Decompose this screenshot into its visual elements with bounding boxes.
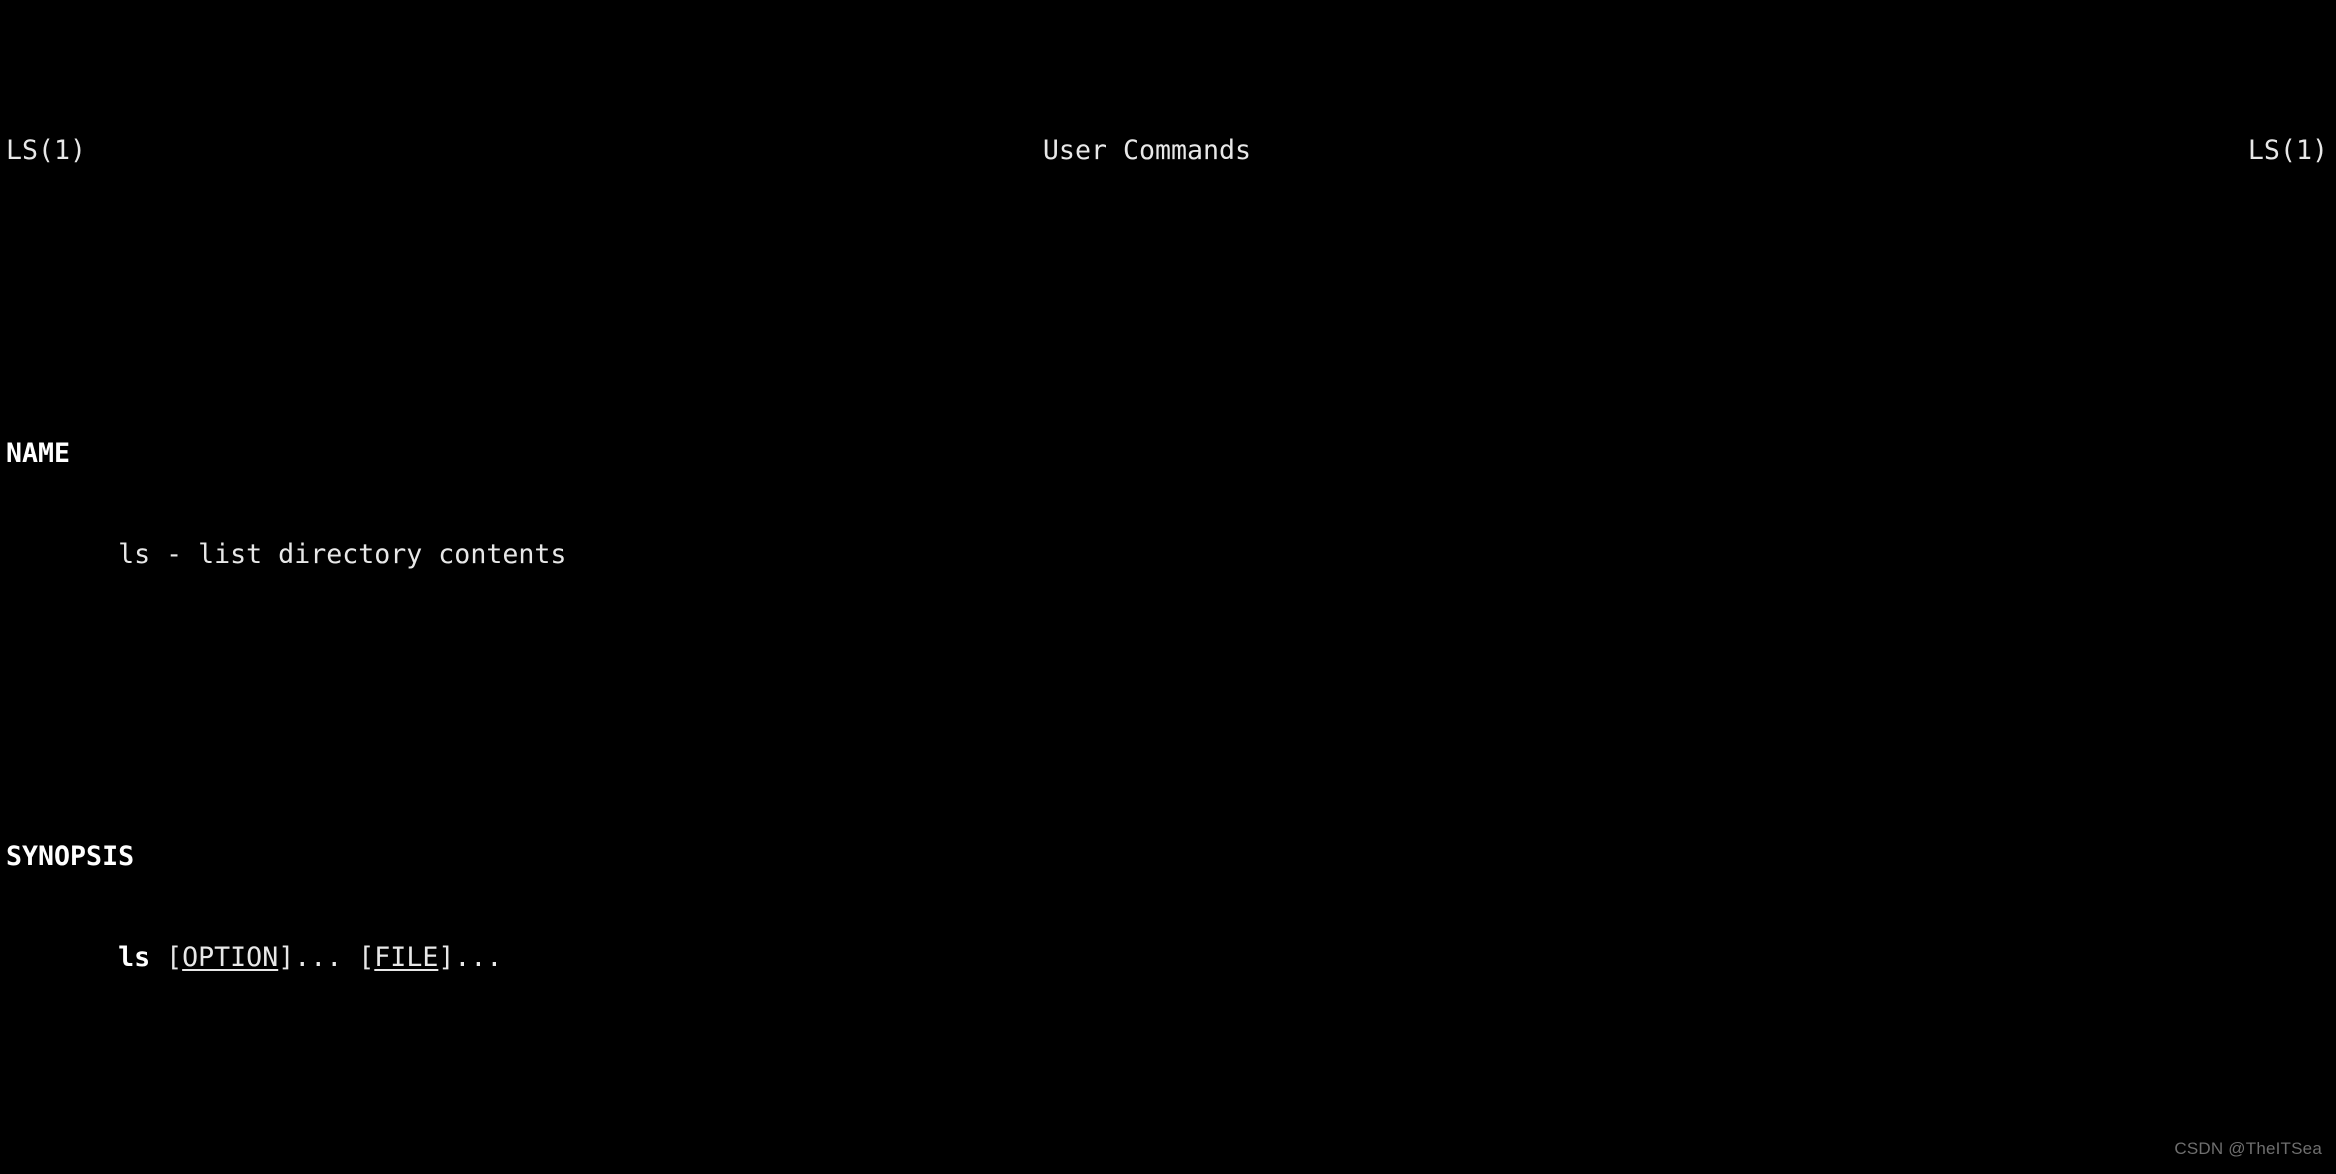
man-header: LS(1) User Commands LS(1) xyxy=(0,134,2328,168)
csdn-watermark: CSDN @TheITSea xyxy=(2174,1139,2322,1159)
man-page-content: LS(1) User Commands LS(1) NAME ls - list d… xyxy=(0,0,2336,1174)
section-heading-synopsis: SYNOPSIS xyxy=(0,840,2336,874)
name-body: ls - list directory contents xyxy=(0,538,2336,572)
section-title-synopsis: SYNOPSIS xyxy=(6,840,135,872)
synopsis-command: ls xyxy=(118,941,151,973)
section-title-name: NAME xyxy=(6,437,71,469)
synopsis-file-close: ]... xyxy=(438,941,503,973)
synopsis-option-close: ]... [ xyxy=(278,941,375,973)
synopsis-body: ls [OPTION]... [FILE]... xyxy=(0,941,2336,975)
section-heading-name: NAME xyxy=(0,437,2336,471)
name-body-text: ls - list directory contents xyxy=(118,538,567,570)
synopsis-option-arg: OPTION xyxy=(182,941,279,973)
man-header-center: User Commands xyxy=(1042,135,1252,167)
man-header-left: LS(1) xyxy=(6,135,87,167)
synopsis-option-open: [ xyxy=(150,941,183,973)
man-header-right: LS(1) xyxy=(2247,135,2328,167)
terminal-screen: LS(1) User Commands LS(1) NAME ls - list d… xyxy=(0,0,2336,1174)
synopsis-file-arg: FILE xyxy=(374,941,439,973)
